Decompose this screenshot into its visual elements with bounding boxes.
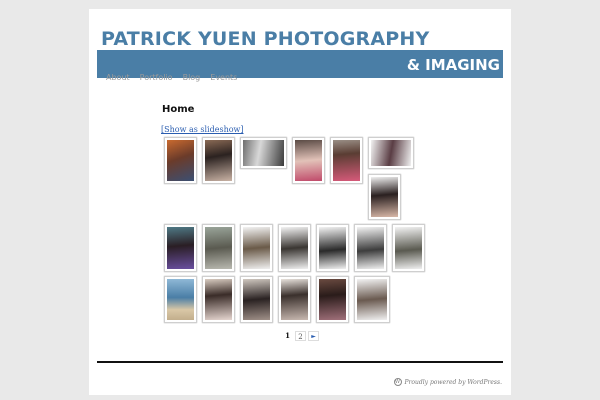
pagination-page-2[interactable]: 2 <box>295 331 306 341</box>
gallery-thumbnail[interactable] <box>316 276 349 323</box>
gallery-thumbnail[interactable] <box>330 137 363 184</box>
gallery-thumbnail[interactable] <box>240 224 273 272</box>
gallery-thumbnail[interactable] <box>278 276 311 323</box>
gallery-thumbnail[interactable] <box>240 137 287 169</box>
gallery-thumbnail[interactable] <box>164 224 197 272</box>
menu-item-about[interactable]: About <box>106 73 130 82</box>
gallery-thumbnail[interactable] <box>164 137 197 184</box>
footer-divider <box>97 361 503 363</box>
gallery-thumbnail[interactable] <box>354 224 387 272</box>
site-title-line2: & IMAGING <box>406 56 500 74</box>
page-title: Home <box>162 104 195 115</box>
gallery-thumbnail[interactable] <box>368 174 401 220</box>
menu-item-blog[interactable]: Blog <box>183 73 201 82</box>
gallery-thumbnail[interactable] <box>292 137 325 184</box>
gallery-thumbnail[interactable] <box>354 276 390 323</box>
gallery-thumbnail[interactable] <box>392 224 425 272</box>
gallery-thumbnail[interactable] <box>368 137 414 169</box>
show-slideshow-link[interactable]: [Show as slideshow] <box>161 125 244 134</box>
gallery-thumbnail[interactable] <box>202 137 235 184</box>
page-container: PATRICK YUEN PHOTOGRAPHY & IMAGING About… <box>89 9 511 395</box>
menu-item-portfolio[interactable]: Portfolio <box>140 73 173 82</box>
gallery-thumbnail[interactable] <box>164 276 197 323</box>
pagination-current-page: 1 <box>285 331 290 340</box>
wordpress-icon: W <box>393 378 402 386</box>
site-footer: W Proudly powered by WordPress. <box>393 378 503 386</box>
gallery-thumbnail[interactable] <box>202 224 235 272</box>
pagination: 1 2 ► <box>282 331 319 341</box>
gallery-thumbnail[interactable] <box>240 276 273 323</box>
gallery-thumbnail[interactable] <box>316 224 349 272</box>
powered-by-link[interactable]: Proudly powered by WordPress. <box>405 379 503 386</box>
site-title-line1: PATRICK YUEN PHOTOGRAPHY <box>101 28 430 50</box>
main-menu: About Portfolio Blog Events <box>106 73 237 82</box>
menu-item-events[interactable]: Events <box>210 73 237 82</box>
gallery-thumbnail[interactable] <box>278 224 311 272</box>
gallery-thumbnail[interactable] <box>202 276 235 323</box>
pagination-next-button[interactable]: ► <box>308 331 319 341</box>
